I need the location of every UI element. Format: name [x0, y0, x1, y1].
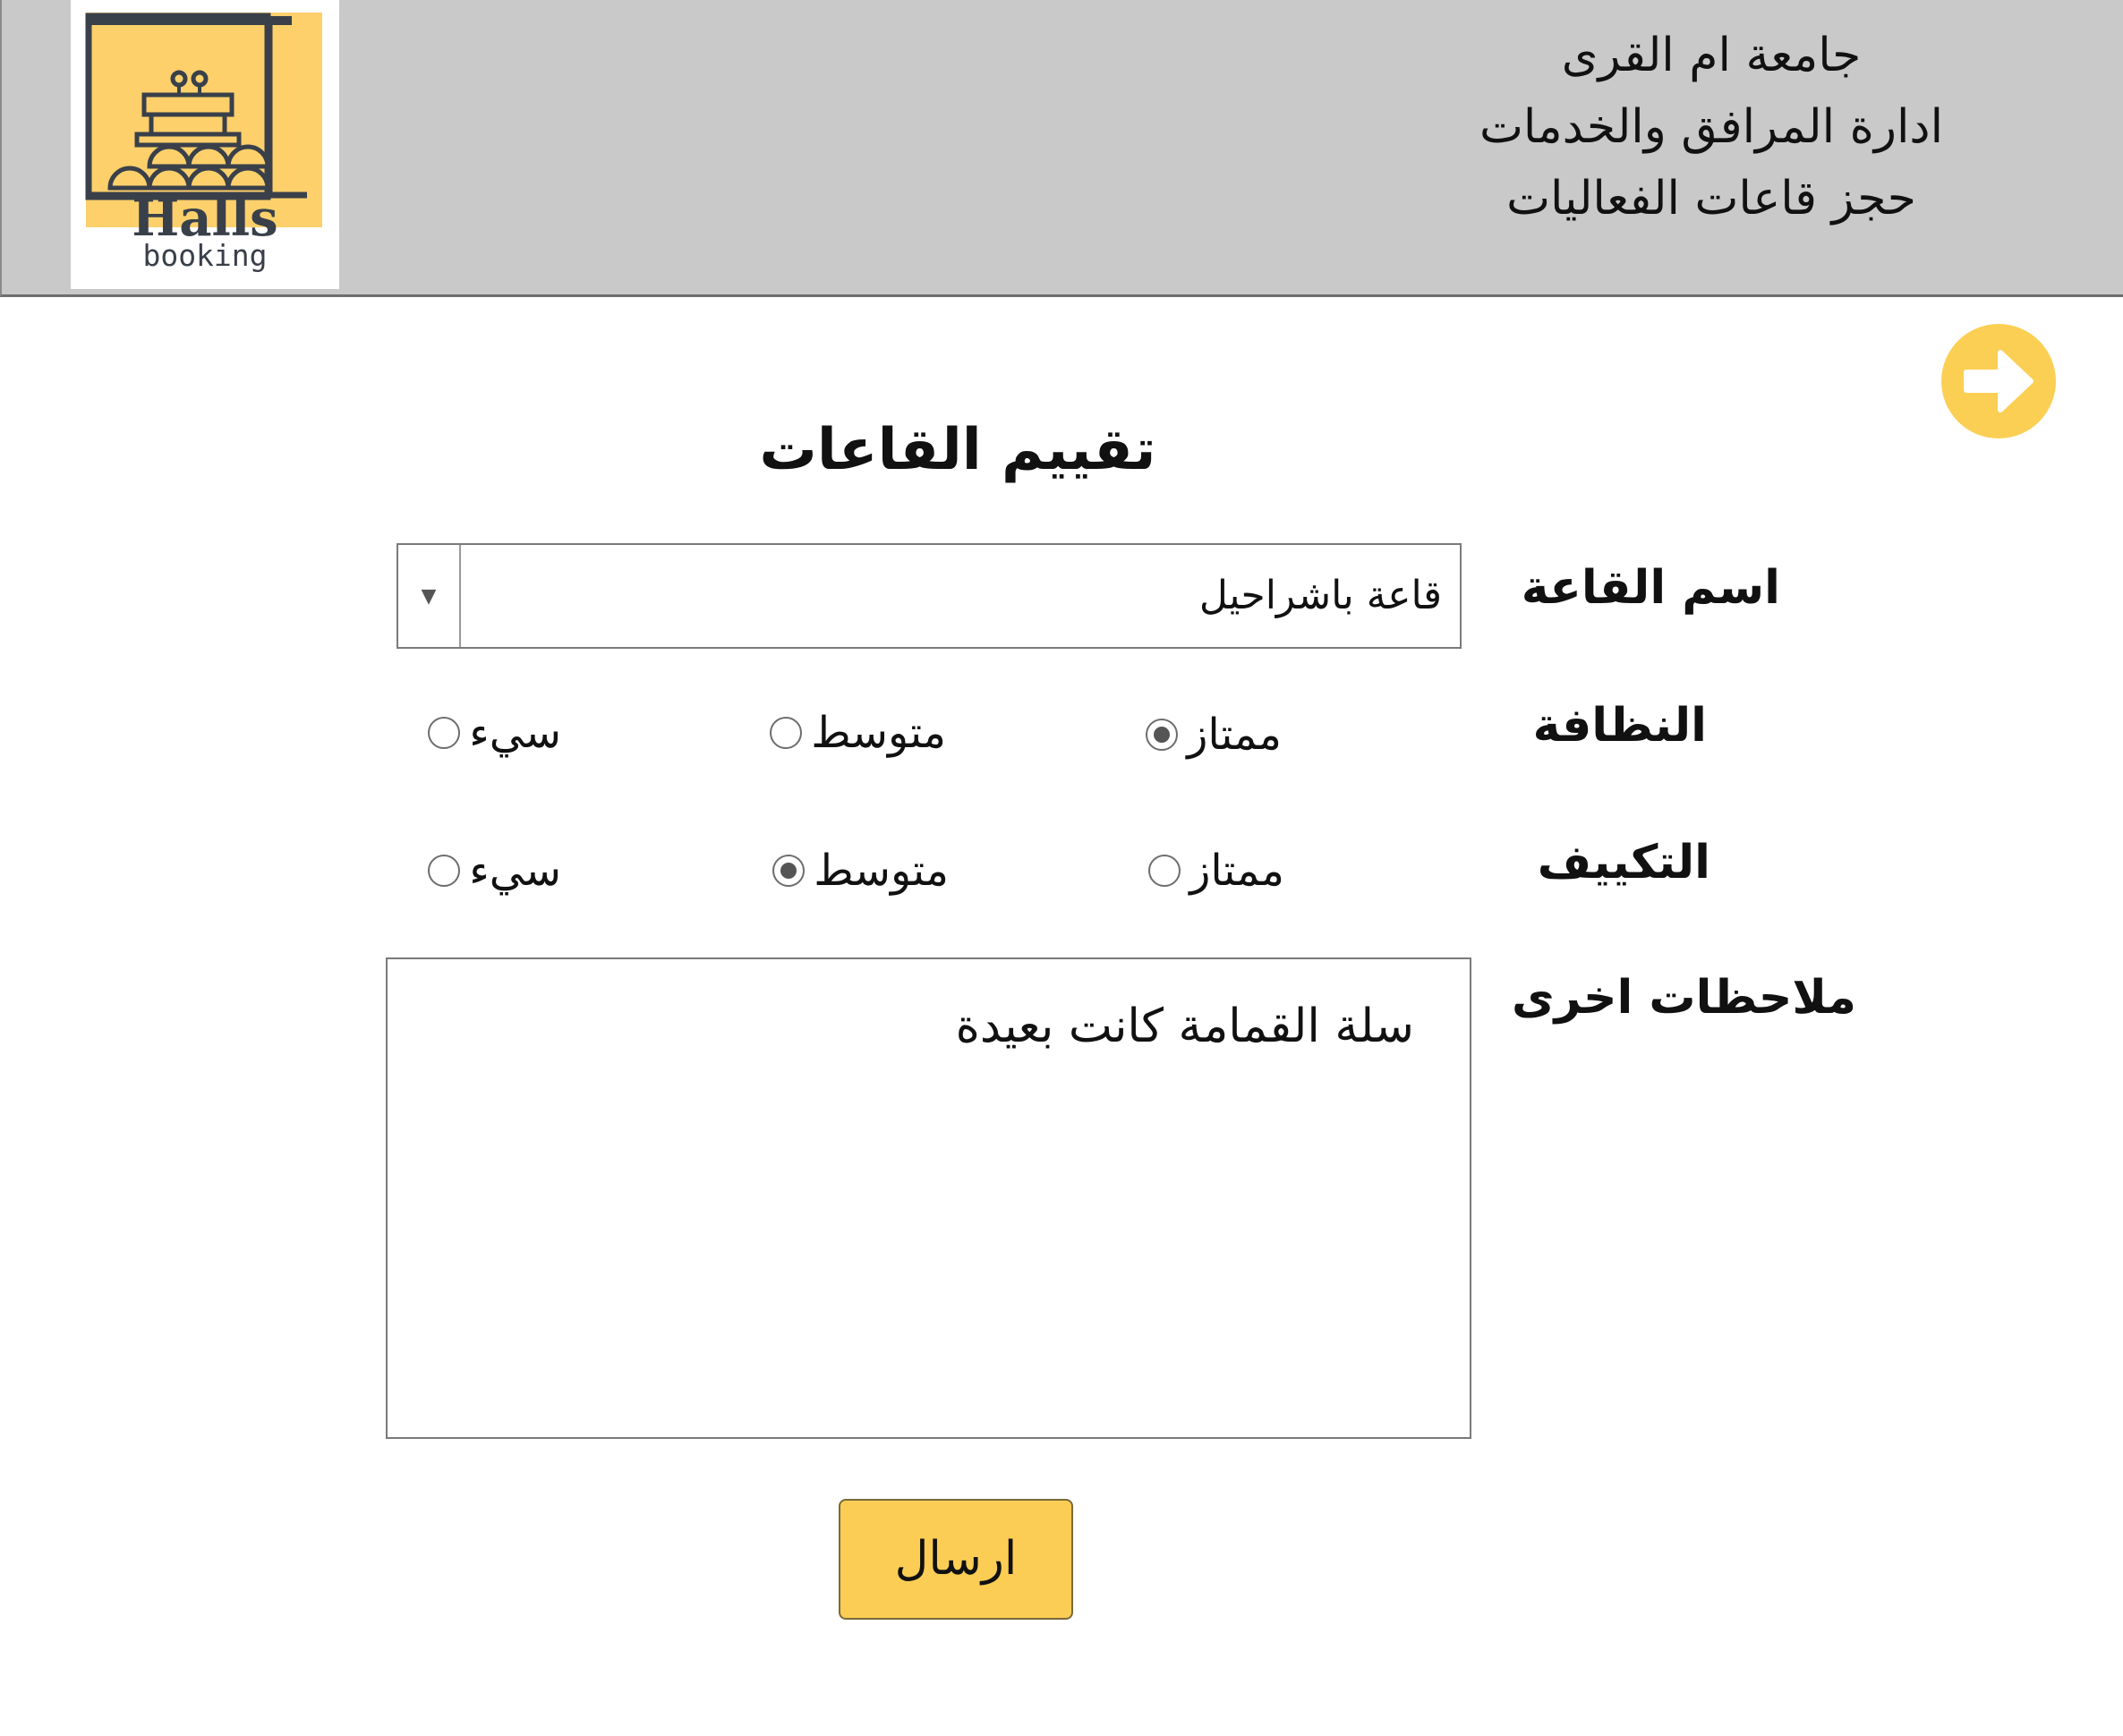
- ac-option-bad[interactable]: سيء: [428, 839, 561, 902]
- notes-label: ملاحظات اخرى: [1512, 971, 1856, 1025]
- radio-button[interactable]: [1146, 719, 1179, 751]
- radio-button[interactable]: [428, 717, 461, 749]
- radio-label: ممتاز: [1187, 710, 1282, 760]
- page-title: تقييم القاعات: [759, 417, 1156, 483]
- ac-option-excellent[interactable]: ممتاز: [1148, 839, 1284, 902]
- radio-label: سيء: [469, 846, 561, 896]
- radio-label: متوسط: [811, 708, 946, 758]
- chevron-down-icon[interactable]: ▼: [398, 545, 461, 647]
- hall-select[interactable]: ▼ قاعة باشراحيل: [396, 543, 1462, 649]
- radio-label: سيء: [469, 708, 561, 758]
- hall-select-value: قاعة باشراحيل: [1198, 573, 1442, 618]
- submit-button[interactable]: ارسال: [839, 1499, 1073, 1620]
- logo-title: Halls: [132, 189, 278, 248]
- hall-name-label: اسم القاعة: [1521, 561, 1780, 615]
- cleanliness-label: النظافة: [1532, 699, 1707, 753]
- cleanliness-option-average[interactable]: متوسط: [770, 702, 946, 764]
- radio-button[interactable]: [772, 855, 806, 887]
- notes-textarea[interactable]: سلة القمامة كانت بعيدة: [386, 957, 1471, 1439]
- halls-booking-logo: Halls booking: [71, 0, 339, 289]
- ac-label: التكييف: [1537, 836, 1710, 889]
- back-button[interactable]: [1940, 322, 2058, 440]
- dropdown-arrow-glyph: ▼: [421, 584, 437, 608]
- organization-heading: جامعة ام القرى ادارة المرافق والخدمات حج…: [1398, 20, 2025, 234]
- radio-button[interactable]: [1148, 855, 1181, 887]
- university-name: جامعة ام القرى: [1561, 29, 1862, 82]
- radio-button[interactable]: [428, 855, 461, 887]
- system-name: حجز قاعات الفعاليات: [1506, 172, 1916, 226]
- logo-subtitle: booking: [142, 238, 268, 273]
- arrow-right-circle-icon: [1941, 324, 2056, 438]
- cleanliness-option-excellent[interactable]: ممتاز: [1146, 703, 1282, 766]
- radio-button[interactable]: [770, 717, 803, 749]
- app-header: Halls booking جامعة ام القرى ادارة المرا…: [0, 0, 2123, 297]
- radio-label: ممتاز: [1189, 846, 1284, 896]
- cleanliness-option-bad[interactable]: سيء: [428, 702, 561, 764]
- radio-label: متوسط: [814, 846, 949, 896]
- ac-option-average[interactable]: متوسط: [772, 839, 949, 902]
- department-name: ادارة المرافق والخدمات: [1479, 100, 1944, 154]
